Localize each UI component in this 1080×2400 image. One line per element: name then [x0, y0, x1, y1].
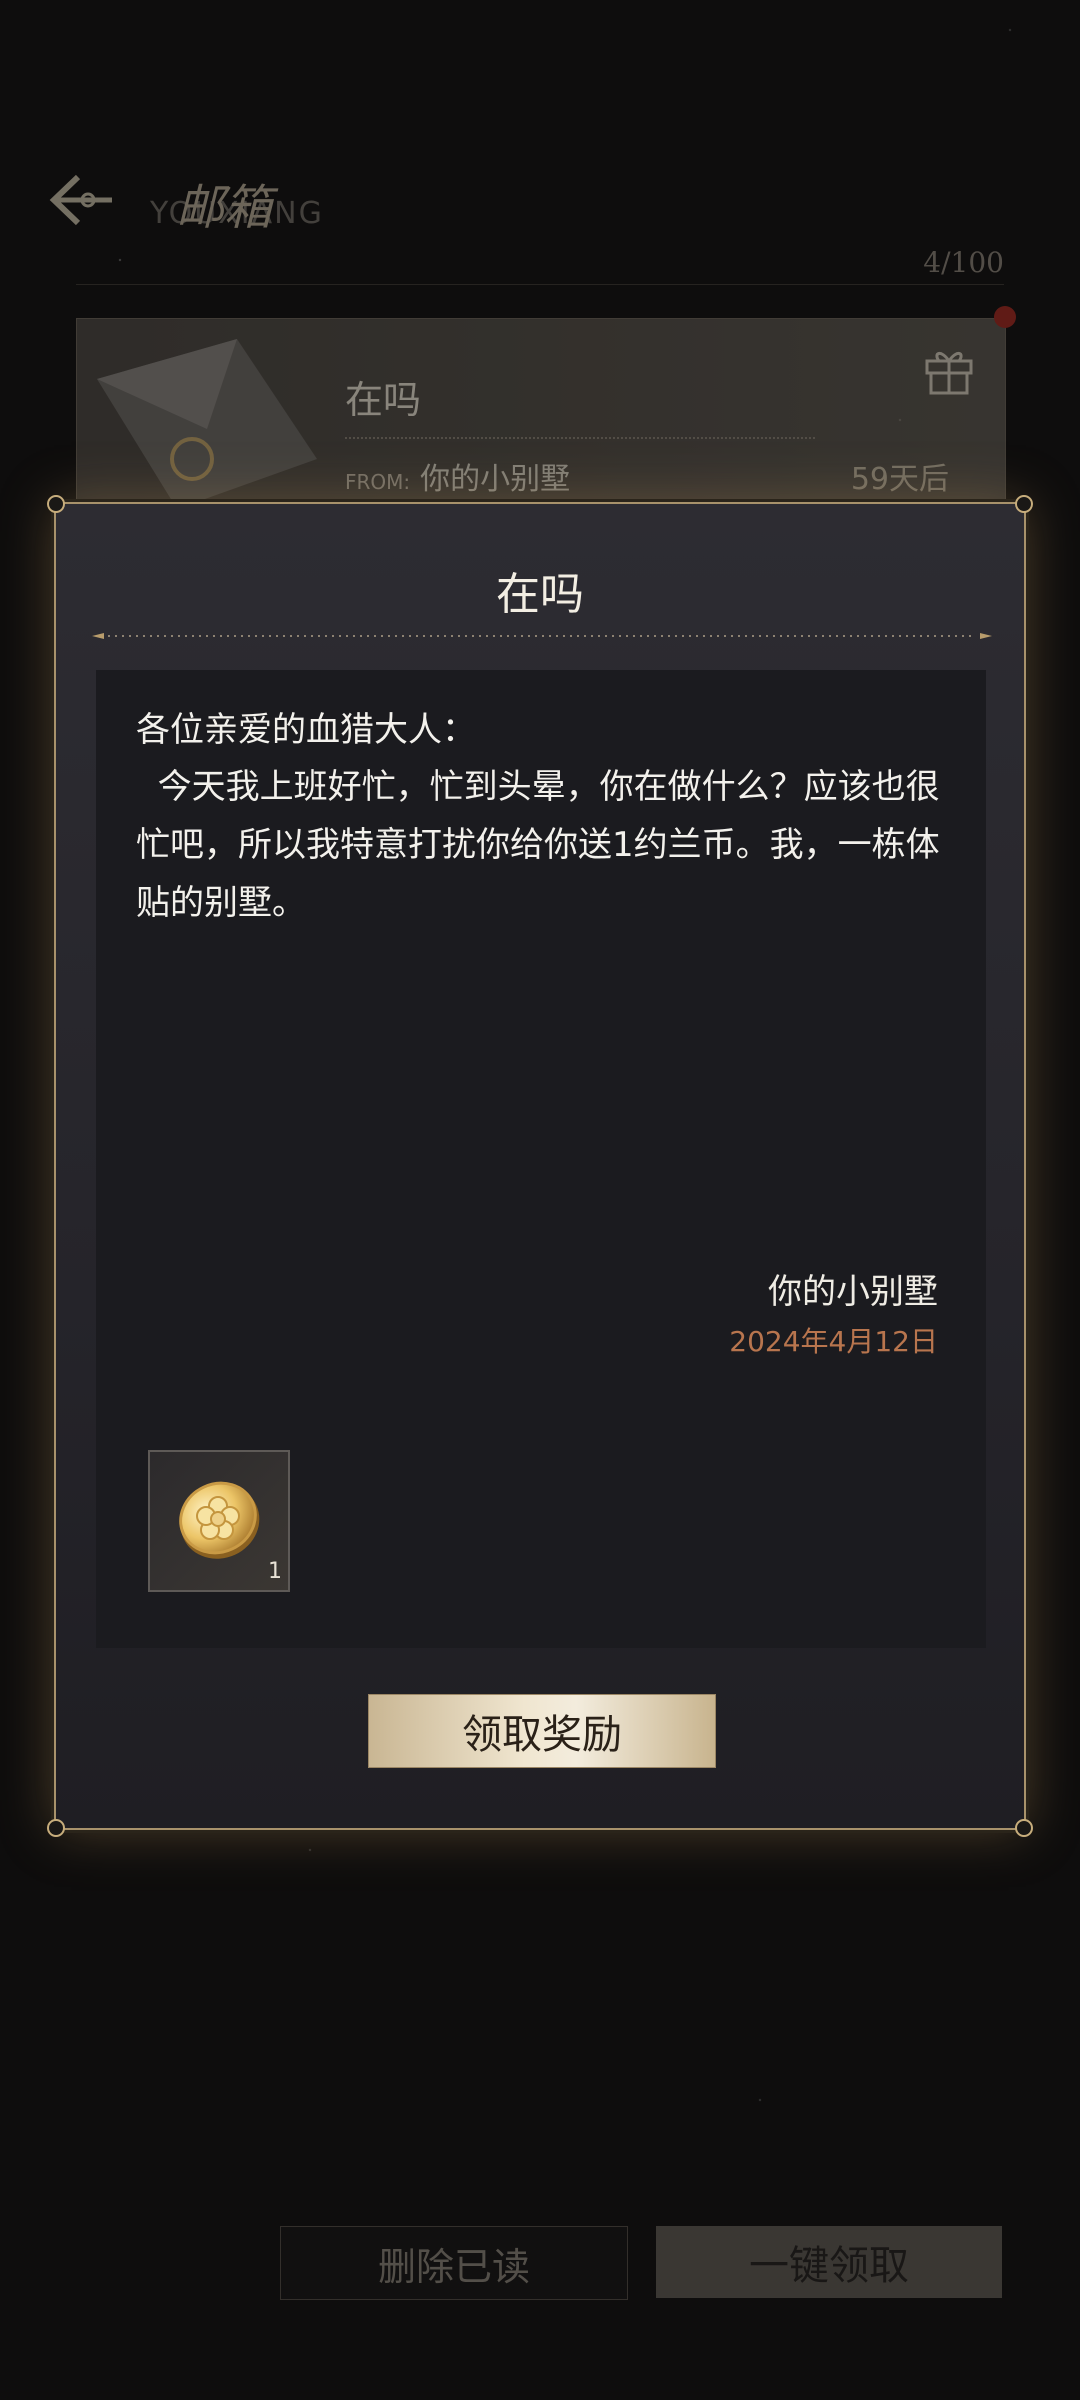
mail-detail-dialog: 在吗 各位亲爱的血猎大人： 今天我上班好忙，忙到头晕，你在做什么？应该也很忙吧，…: [47, 495, 1033, 1837]
claim-all-button[interactable]: 一键领取: [656, 2226, 1002, 2298]
reward-count: 1: [268, 1559, 282, 1584]
claim-reward-button[interactable]: 领取奖励: [368, 1694, 716, 1768]
letter-body: 今天我上班好忙，忙到头晕，你在做什么？应该也很忙吧，所以我特意打扰你给你送1约兰…: [136, 767, 940, 923]
letter-content: 各位亲爱的血猎大人： 今天我上班好忙，忙到头晕，你在做什么？应该也很忙吧，所以我…: [96, 670, 986, 1648]
dialog-title: 在吗: [496, 569, 584, 620]
reward-item[interactable]: 1: [148, 1450, 290, 1592]
corner-ornament: [47, 1819, 65, 1837]
corner-ornament: [1015, 1819, 1033, 1837]
back-arrow-icon[interactable]: [40, 165, 120, 235]
header-divider: [76, 284, 1004, 285]
letter-signature: 你的小别墅: [768, 1272, 938, 1312]
envelope-icon: [97, 339, 317, 509]
mail-item-divider: [345, 437, 815, 439]
gold-coin-icon: [179, 1481, 260, 1559]
sender-name: 你的小别墅: [420, 462, 571, 497]
mail-list-item[interactable]: 在吗 FROM: 你的小别墅 59天后: [76, 318, 1006, 530]
unread-dot: [994, 306, 1016, 328]
mail-item-sender: FROM: 你的小别墅: [345, 454, 570, 498]
letter-greeting: 各位亲爱的血猎大人：: [136, 710, 476, 750]
mailbox-title: 邮箱: [176, 180, 273, 236]
mail-item-title: 在吗: [345, 378, 422, 422]
title-divider: [92, 633, 992, 639]
corner-ornament: [47, 495, 65, 513]
mail-item-expire: 59天后: [850, 462, 949, 497]
delete-read-button[interactable]: 删除已读: [280, 2226, 628, 2300]
corner-ornament: [1015, 495, 1033, 513]
gift-icon: [925, 352, 973, 395]
from-label: FROM:: [345, 470, 411, 494]
letter-date: 2024年4月12日: [729, 1325, 938, 1358]
mail-count: 4/100: [923, 246, 1004, 279]
